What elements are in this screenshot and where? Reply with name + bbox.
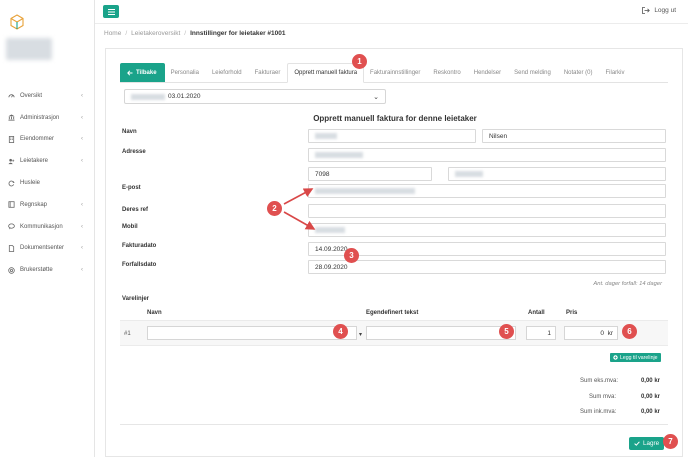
callout-badge-3: 3 (344, 248, 359, 263)
callout-badge-1: 1 (352, 54, 367, 69)
callout-badge-5: 5 (499, 324, 514, 339)
callout-badge-6: 6 (622, 324, 637, 339)
callout-badge-7: 7 (663, 434, 678, 449)
callout-badge-2: 2 (267, 201, 282, 216)
callout-badge-4: 4 (333, 324, 348, 339)
callout-arrows (283, 188, 316, 230)
